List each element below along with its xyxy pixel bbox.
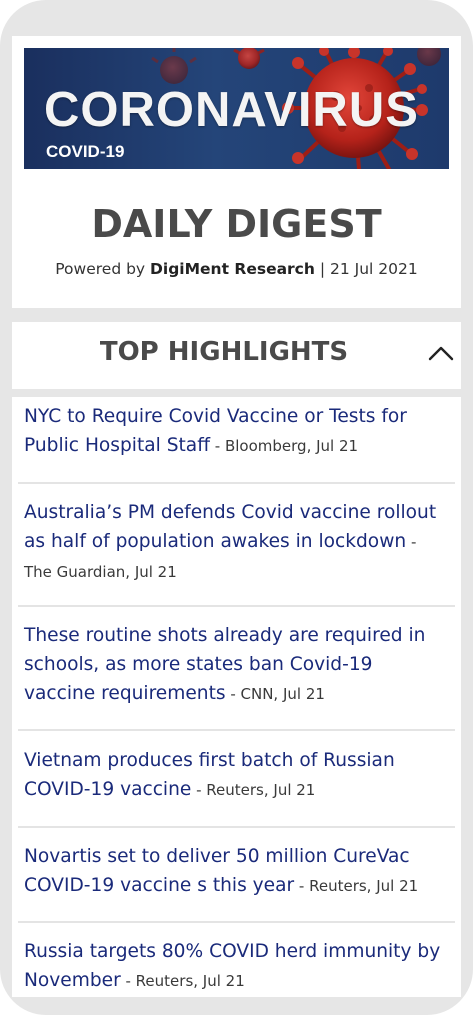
- news-source: - Reuters, Jul 21: [191, 781, 316, 799]
- powered-by-line: Powered by DigiMent Research | 21 Jul 20…: [12, 260, 461, 278]
- digest-date: | 21 Jul 2021: [314, 260, 418, 278]
- banner-title: CORONAVIRUS: [44, 83, 419, 137]
- divider: [18, 605, 455, 607]
- list-item[interactable]: Novartis set to deliver 50 million CureV…: [24, 842, 449, 901]
- highlights-title: TOP HIGHLIGHTS: [99, 337, 349, 367]
- highlights-header[interactable]: TOP HIGHLIGHTS: [12, 322, 461, 389]
- highlights-list: NYC to Require Covid Vaccine or Tests fo…: [12, 397, 461, 997]
- list-item[interactable]: Vietnam produces first batch of Russian …: [24, 746, 449, 805]
- coronavirus-banner: CORONAVIRUS COVID-19: [24, 48, 449, 169]
- list-item[interactable]: These routine shots already are required…: [24, 621, 449, 709]
- powered-prefix: Powered by: [55, 260, 151, 278]
- divider: [18, 921, 455, 923]
- chevron-up-icon[interactable]: [427, 344, 455, 362]
- banner-subtitle: COVID-19: [46, 142, 125, 161]
- divider: [18, 826, 455, 828]
- news-source: - Bloomberg, Jul 21: [210, 437, 359, 455]
- page-title: DAILY DIGEST: [91, 202, 382, 246]
- news-source: - CNN, Jul 21: [225, 685, 325, 703]
- news-source: - Reuters, Jul 21: [120, 972, 245, 990]
- list-item[interactable]: NYC to Require Covid Vaccine or Tests fo…: [24, 402, 449, 461]
- news-source: - Reuters, Jul 21: [294, 877, 419, 895]
- company-name: DigiMent Research: [150, 260, 315, 278]
- list-item[interactable]: Russia targets 80% COVID herd immunity b…: [24, 937, 449, 996]
- divider: [18, 729, 455, 731]
- header-card: CORONAVIRUS COVID-19 DAILY DIGEST Powere…: [12, 36, 461, 308]
- divider: [18, 482, 455, 484]
- headline-link[interactable]: Australia’s PM defends Covid vaccine rol…: [24, 502, 436, 552]
- phone-frame: CORONAVIRUS COVID-19 DAILY DIGEST Powere…: [0, 0, 473, 1015]
- list-item[interactable]: Australia’s PM defends Covid vaccine rol…: [24, 498, 449, 587]
